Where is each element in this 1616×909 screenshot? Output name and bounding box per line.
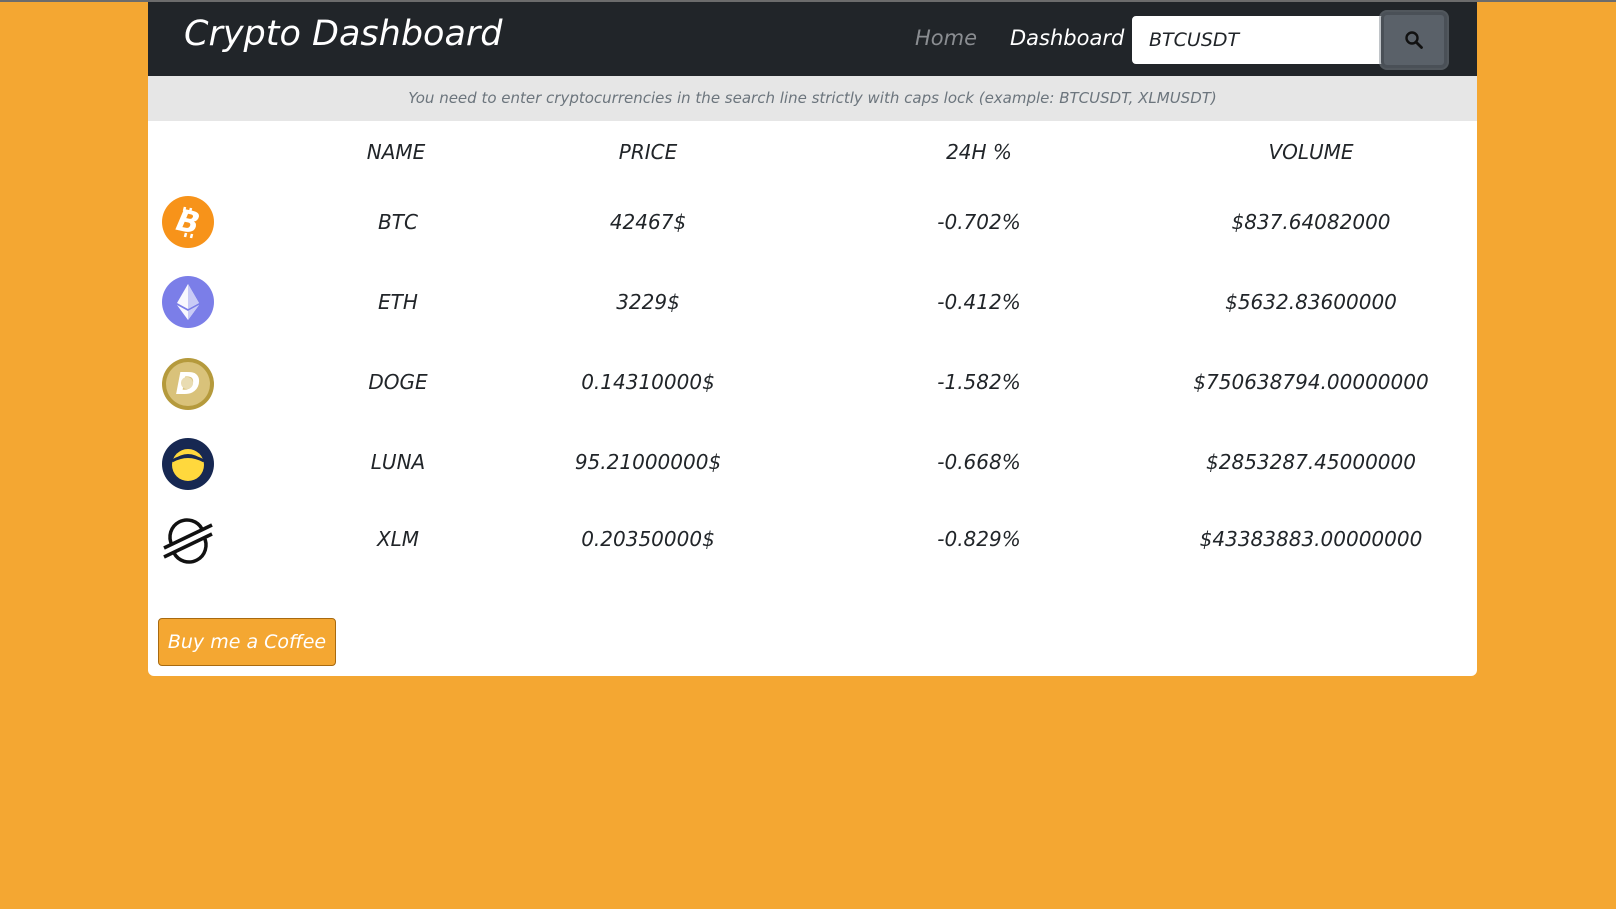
cell-volume: $750638794.00000000 [1193,370,1429,394]
brand-title[interactable]: Crypto Dashboard [184,14,503,54]
dogecoin-icon: D [162,358,214,410]
stellar-icon [163,518,213,564]
header-name: NAME [366,140,426,164]
cell-price: 42467$ [609,210,687,234]
search-icon [1405,31,1423,49]
cell-name: XLM [376,527,420,551]
dashboard-panel: Crypto Dashboard Home Dashboard You need… [148,2,1477,676]
cell-change: -0.702% [937,210,1021,234]
cell-price: 0.20350000$ [581,527,715,551]
header-price: PRICE [618,140,678,164]
ethereum-icon [162,276,214,328]
notice-bar: You need to enter cryptocurrencies in th… [148,76,1477,121]
bitcoin-icon: B [162,196,214,248]
cell-name: LUNA [370,450,426,474]
cell-volume: $2853287.45000000 [1206,450,1416,474]
nav-home-link[interactable]: Home [915,26,977,50]
cell-price: 0.14310000$ [581,370,715,394]
cell-volume: $837.64082000 [1231,210,1391,234]
cell-name: BTC [378,210,418,234]
header-volume: VOLUME [1268,140,1354,164]
cell-price: 95.21000000$ [574,450,722,474]
navbar: Crypto Dashboard Home Dashboard [148,2,1477,76]
nav-dashboard-link[interactable]: Dashboard [1010,26,1124,50]
cell-name: ETH [378,290,418,314]
buy-coffee-button[interactable]: Buy me a Coffee [158,618,336,666]
cell-change: -0.668% [937,450,1021,474]
cell-name: DOGE [368,370,428,394]
cell-change: -0.829% [937,527,1021,551]
cell-change: -1.582% [937,370,1021,394]
header-change: 24H % [946,140,1012,164]
cell-change: -0.412% [937,290,1021,314]
search-button[interactable] [1381,12,1447,68]
search-input[interactable] [1132,16,1394,64]
cell-price: 3229$ [616,290,680,314]
cell-volume: $5632.83600000 [1225,290,1397,314]
cell-volume: $43383883.00000000 [1199,527,1423,551]
luna-icon [162,438,214,490]
